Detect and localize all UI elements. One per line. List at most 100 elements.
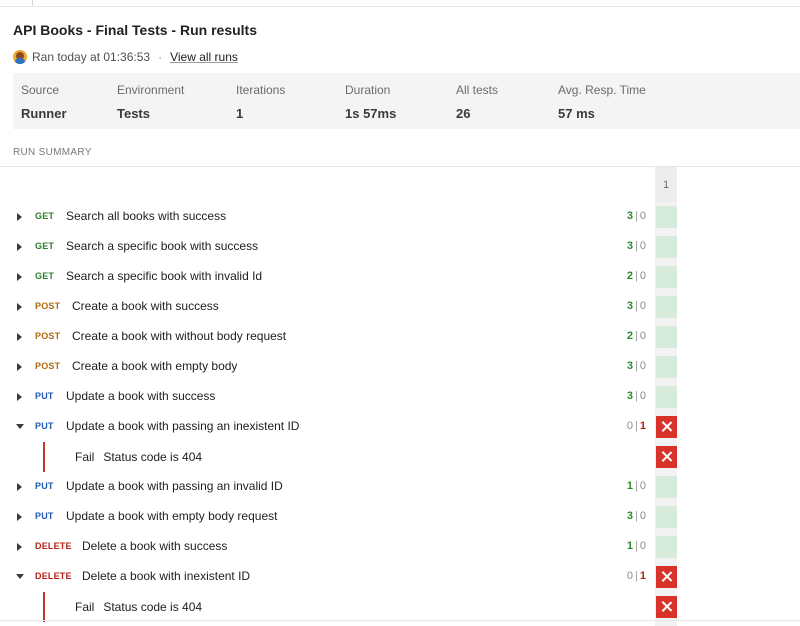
iteration-pass-cell[interactable] [656,206,677,228]
count-separator: | [635,270,638,282]
stat-source: Source Runner [21,83,67,121]
run-info: Ran today at 01:36:53 · View all runs [13,48,238,66]
stat-value: 26 [456,106,471,121]
caret-right-icon[interactable] [17,363,22,371]
ran-time-text: Ran today at 01:36:53 [32,50,151,64]
failed-test-row[interactable]: Fail Status code is 404 [0,442,800,472]
passed-count: 3 [626,390,634,402]
view-all-runs-link[interactable]: View all runs [170,50,238,64]
test-counts: 0 | 1 [627,570,646,582]
iteration-pass-cell[interactable] [656,386,677,408]
request-name[interactable]: Search a specific book with success [66,239,258,253]
request-name[interactable]: Update a book with success [66,389,215,403]
stat-label: Duration [345,83,391,97]
fail-indicator-bar [43,592,45,622]
caret-right-icon[interactable] [17,393,22,401]
count-separator: | [635,360,638,372]
request-row[interactable]: DELETE Delete a book with inexistent ID 0 |… [0,562,800,592]
iteration-fail-cell[interactable] [656,566,677,588]
request-row[interactable]: GET Search all books with success 3 | 0 [0,202,800,232]
request-name[interactable]: Create a book with empty body [72,359,237,373]
close-icon [661,571,672,582]
request-row[interactable]: PUT Update a book with success 3 | 0 [0,382,800,412]
fail-label: Fail [75,450,95,464]
test-counts: 3 | 0 [627,510,646,522]
count-separator: | [635,540,638,552]
close-icon [661,451,672,462]
test-counts: 1 | 0 [627,480,646,492]
request-name[interactable]: Update a book with passing an invalid ID [66,479,283,493]
request-row[interactable]: DELETE Delete a book with success 1 | 0 [0,532,800,562]
http-method-badge: PUT [35,481,54,491]
request-name[interactable]: Search all books with success [66,209,226,223]
passed-count: 1 [626,540,634,552]
failed-count: 0 [639,240,646,252]
count-separator: | [635,510,638,522]
request-row[interactable]: POST Create a book with without body requ… [0,322,800,352]
caret-right-icon[interactable] [17,513,22,521]
iteration-pass-cell[interactable] [656,536,677,558]
run-summary-heading: RUN SUMMARY [13,147,92,158]
request-row[interactable]: GET Search a specific book with success 3 |… [0,232,800,262]
request-name[interactable]: Search a specific book with invalid Id [66,269,262,283]
test-counts: 1 | 0 [627,540,646,552]
caret-down-icon[interactable] [16,424,24,429]
fail-indicator-bar [43,442,45,472]
caret-right-icon[interactable] [17,303,22,311]
stat-label: All tests [456,83,499,97]
top-divider [0,0,800,7]
request-row[interactable]: POST Create a book with empty body 3 | 0 [0,352,800,382]
caret-right-icon[interactable] [17,213,22,221]
iteration-pass-cell[interactable] [656,266,677,288]
stat-all-tests: All tests 26 [456,83,498,121]
iteration-pass-cell[interactable] [656,326,677,348]
request-row[interactable]: POST Create a book with success 3 | 0 [0,292,800,322]
caret-right-icon[interactable] [17,543,22,551]
iteration-pass-cell[interactable] [656,356,677,378]
caret-right-icon[interactable] [17,333,22,341]
caret-down-icon[interactable] [16,574,24,579]
request-name[interactable]: Delete a book with inexistent ID [82,569,250,583]
stat-label: Environment [117,83,185,97]
passed-count: 3 [626,360,634,372]
caret-right-icon[interactable] [17,483,22,491]
passed-count: 3 [626,300,634,312]
failed-test-row[interactable]: Fail Status code is 404 [0,592,800,622]
fail-label: Fail [75,600,95,614]
test-counts: 0 | 1 [627,420,646,432]
iteration-pass-cell[interactable] [656,476,677,498]
stat-value: 1s 57ms [345,106,397,121]
http-method-badge: PUT [35,421,54,431]
request-row[interactable]: PUT Update a book with passing an inexist… [0,412,800,442]
count-separator: | [635,570,638,582]
request-name[interactable]: Create a book with success [72,299,219,313]
request-name[interactable]: Create a book with without body request [72,329,286,343]
count-separator: | [635,390,638,402]
iteration-pass-cell[interactable] [656,296,677,318]
caret-right-icon[interactable] [17,243,22,251]
request-name[interactable]: Update a book with empty body request [66,509,277,523]
iteration-pass-cell[interactable] [656,236,677,258]
iteration-fail-cell[interactable] [656,416,677,438]
iteration-fail-cell[interactable] [656,446,677,468]
request-row[interactable]: PUT Update a book with passing an invalid… [0,472,800,502]
failed-test-text: Fail Status code is 404 [75,600,202,614]
stat-label: Iterations [236,83,286,97]
passed-count: 0 [626,570,634,582]
stat-iterations: Iterations 1 [236,83,285,121]
failed-count: 1 [639,420,646,432]
iteration-fail-cell[interactable] [656,596,677,618]
request-name[interactable]: Update a book with passing an inexistent… [66,419,299,433]
count-separator: | [635,240,638,252]
iteration-pass-cell[interactable] [656,506,677,528]
http-method-badge: DELETE [35,541,72,551]
request-name[interactable]: Delete a book with success [82,539,227,553]
caret-right-icon[interactable] [17,273,22,281]
test-counts: 3 | 0 [627,240,646,252]
request-row[interactable]: GET Search a specific book with invalid I… [0,262,800,292]
stat-environment: Environment Tests [117,83,184,121]
iteration-header[interactable]: 1 [655,167,677,202]
request-row[interactable]: PUT Update a book with empty body request… [0,502,800,532]
close-icon [661,421,672,432]
failed-count: 0 [639,390,646,402]
